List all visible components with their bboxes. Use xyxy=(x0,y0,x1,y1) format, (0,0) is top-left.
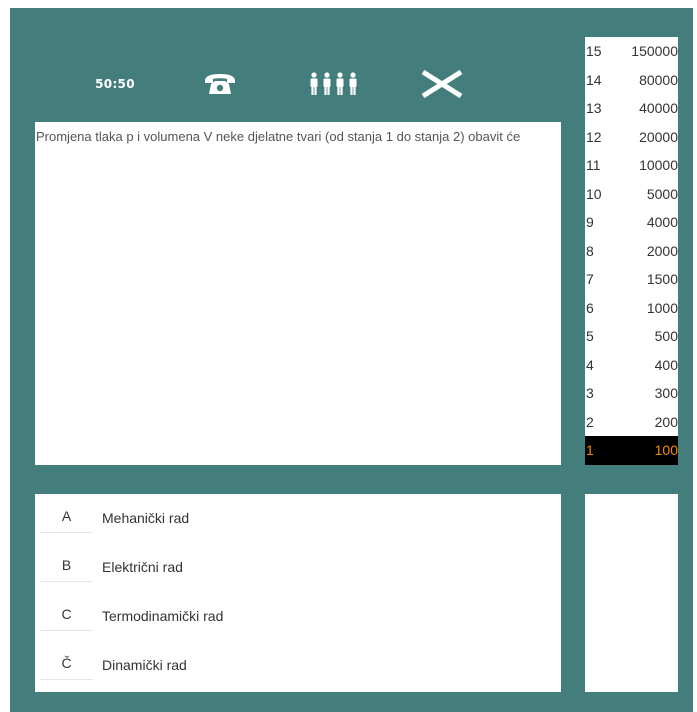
answer-text: Mehanički rad xyxy=(102,510,190,526)
prize-amount: 150000 xyxy=(631,43,678,59)
prize-level: 2 xyxy=(586,413,594,430)
prize-amount: 1500 xyxy=(646,271,678,287)
prize-row-2: 2 200 xyxy=(585,408,678,437)
prize-level: 14 xyxy=(586,71,602,88)
fifty-fifty-button[interactable]: 50:50 xyxy=(90,66,140,102)
prize-level: 15 xyxy=(586,43,602,59)
prize-row-1-current: 1 100 xyxy=(585,436,678,465)
prize-level: 3 xyxy=(586,385,594,401)
prize-amount: 100 xyxy=(654,442,678,458)
quit-button[interactable] xyxy=(420,66,464,102)
prize-level: 13 xyxy=(586,100,602,116)
prize-row-14: 14 80000 xyxy=(585,66,678,95)
answers-panel: A Mehanički rad B Električni rad C Termo… xyxy=(35,494,561,692)
answer-c-caron[interactable]: Č Dinamički rad xyxy=(40,643,540,692)
prize-amount: 500 xyxy=(654,328,678,344)
prize-row-13: 13 40000 xyxy=(585,94,678,123)
prize-level: 9 xyxy=(586,214,594,230)
answer-letter: A xyxy=(40,500,93,533)
question-text: Promjena tlaka p i volumena V neke djela… xyxy=(36,129,521,144)
answer-text: Termodinamički rad xyxy=(102,608,224,624)
answer-letter: C xyxy=(40,598,93,631)
lifelines-bar: 50:50 xyxy=(10,8,570,130)
prize-amount: 300 xyxy=(654,385,678,401)
answer-text: Dinamički rad xyxy=(102,657,187,673)
prize-row-8: 8 2000 xyxy=(585,237,678,266)
prize-amount: 2000 xyxy=(646,242,678,259)
answer-b[interactable]: B Električni rad xyxy=(40,545,540,594)
prize-level: 11 xyxy=(586,157,601,173)
prize-level: 10 xyxy=(586,185,602,202)
prize-level: 4 xyxy=(586,356,594,373)
answer-letter: B xyxy=(40,549,93,582)
prize-amount: 4000 xyxy=(646,214,678,230)
prize-amount: 10000 xyxy=(639,157,678,173)
answer-c[interactable]: C Termodinamički rad xyxy=(40,594,540,643)
prize-amount: 5000 xyxy=(646,185,678,202)
prize-level: 5 xyxy=(586,328,594,344)
prize-level: 6 xyxy=(586,299,594,316)
answer-a[interactable]: A Mehanički rad xyxy=(40,496,540,545)
phone-a-friend-button[interactable] xyxy=(200,66,240,102)
fifty-fifty-label: 50:50 xyxy=(95,77,135,91)
prize-row-7: 7 1500 xyxy=(585,265,678,294)
prize-amount: 200 xyxy=(654,413,678,430)
prize-amount: 400 xyxy=(654,356,678,373)
question-panel: Promjena tlaka p i volumena V neke djela… xyxy=(35,122,561,465)
prize-row-6: 6 1000 xyxy=(585,294,678,323)
prize-row-3: 3 300 xyxy=(585,379,678,408)
prize-row-9: 9 4000 xyxy=(585,208,678,237)
prize-level: 1 xyxy=(586,442,594,458)
answer-text: Električni rad xyxy=(102,559,183,575)
ask-audience-button[interactable] xyxy=(305,66,365,102)
prize-row-4: 4 400 xyxy=(585,351,678,380)
prize-level: 12 xyxy=(586,128,602,145)
prize-row-12: 12 20000 xyxy=(585,123,678,152)
audience-icon xyxy=(310,72,357,95)
prize-row-10: 10 5000 xyxy=(585,180,678,209)
side-info-panel xyxy=(585,494,678,692)
game-board: 50:50 Promjena tlaka p i volumena V neke… xyxy=(10,8,693,712)
prize-amount: 80000 xyxy=(639,71,678,88)
answer-letter: Č xyxy=(40,647,93,680)
prize-row-15: 15 150000 xyxy=(585,37,678,66)
prize-row-11: 11 10000 xyxy=(585,151,678,180)
prize-amount: 40000 xyxy=(639,100,678,116)
telephone-icon xyxy=(205,74,235,94)
prize-level: 7 xyxy=(586,271,594,287)
prize-row-5: 5 500 xyxy=(585,322,678,351)
prize-amount: 1000 xyxy=(646,299,678,316)
prize-ladder: 15 150000 14 80000 13 40000 12 20000 11 10000… xyxy=(585,37,678,465)
close-icon xyxy=(421,70,463,98)
prize-level: 8 xyxy=(586,242,594,259)
prize-amount: 20000 xyxy=(639,128,678,145)
